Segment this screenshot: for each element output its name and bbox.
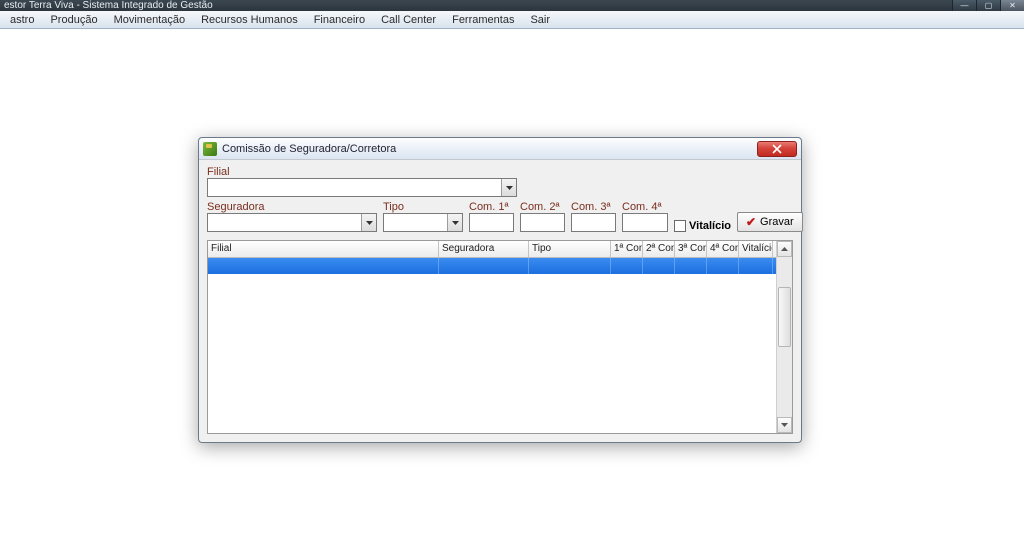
table-row[interactable] xyxy=(208,258,776,274)
minimize-button[interactable]: — xyxy=(952,0,976,11)
menu-producao[interactable]: Produção xyxy=(42,12,105,28)
dialog-title: Comissão de Seguradora/Corretora xyxy=(222,143,396,155)
menu-call-center[interactable]: Call Center xyxy=(373,12,444,28)
row-filial: Filial xyxy=(207,166,793,197)
cell-tipo xyxy=(529,258,611,274)
check-icon: ✔ xyxy=(746,216,756,228)
label-seguradora: Seguradora xyxy=(207,201,377,213)
grid-wrapper: Filial Seguradora Tipo 1ª Com 2ª Com 3ª … xyxy=(207,240,793,434)
gravar-button[interactable]: ✔ Gravar xyxy=(737,212,803,232)
dialog-comissao: Comissão de Seguradora/Corretora Filial … xyxy=(198,137,802,443)
menu-sair[interactable]: Sair xyxy=(522,12,558,28)
cell-com3 xyxy=(675,258,707,274)
gravar-label: Gravar xyxy=(760,216,794,228)
menu-recursos-humanos[interactable]: Recursos Humanos xyxy=(193,12,306,28)
col-seguradora[interactable]: Seguradora xyxy=(439,241,529,257)
grid-vscrollbar[interactable] xyxy=(776,241,792,433)
col-com1[interactable]: 1ª Com xyxy=(611,241,643,257)
menu-financeiro[interactable]: Financeiro xyxy=(306,12,373,28)
cell-seguradora xyxy=(439,258,529,274)
cell-com1 xyxy=(611,258,643,274)
cell-com2 xyxy=(643,258,675,274)
dialog-icon xyxy=(203,142,217,156)
tipo-dropdown-button[interactable] xyxy=(447,214,462,231)
tipo-combo[interactable] xyxy=(383,213,463,232)
checkbox-box xyxy=(674,220,686,232)
dialog-close-button[interactable] xyxy=(757,141,797,157)
scroll-track[interactable] xyxy=(777,257,792,417)
seguradora-combo[interactable] xyxy=(207,213,377,232)
chevron-up-icon xyxy=(781,247,788,251)
label-com4: Com. 4ª xyxy=(622,201,668,213)
com4-input[interactable] xyxy=(622,213,668,232)
seguradora-input[interactable] xyxy=(209,215,359,230)
label-tipo: Tipo xyxy=(383,201,463,213)
scroll-up-button[interactable] xyxy=(777,241,792,257)
grid-header: Filial Seguradora Tipo 1ª Com 2ª Com 3ª … xyxy=(208,241,776,258)
chevron-down-icon xyxy=(781,423,788,427)
vitalicio-checkbox[interactable]: Vitalício xyxy=(674,220,731,232)
dialog-body: Filial Seguradora Tipo xyxy=(199,160,801,442)
app-titlebar: estor Terra Viva - Sistema Integrado de … xyxy=(0,0,1024,11)
seguradora-dropdown-button[interactable] xyxy=(361,214,376,231)
close-icon xyxy=(772,144,782,154)
com2-input[interactable] xyxy=(520,213,565,232)
label-com3: Com. 3ª xyxy=(571,201,616,213)
scroll-down-button[interactable] xyxy=(777,417,792,433)
chevron-down-icon xyxy=(506,186,513,190)
cell-filial xyxy=(208,258,439,274)
tipo-input[interactable] xyxy=(385,215,445,230)
window-controls: — ▢ ✕ xyxy=(952,0,1024,11)
cell-vitalicio xyxy=(739,258,773,274)
grid[interactable]: Filial Seguradora Tipo 1ª Com 2ª Com 3ª … xyxy=(208,241,776,433)
com1-input[interactable] xyxy=(469,213,514,232)
app-title: estor Terra Viva - Sistema Integrado de … xyxy=(4,0,213,11)
menu-ferramentas[interactable]: Ferramentas xyxy=(444,12,522,28)
col-com4[interactable]: 4ª Com xyxy=(707,241,739,257)
col-filial[interactable]: Filial xyxy=(208,241,439,257)
col-tipo[interactable]: Tipo xyxy=(529,241,611,257)
menu-movimentacao[interactable]: Movimentação xyxy=(106,12,194,28)
filial-input[interactable] xyxy=(209,180,499,195)
col-vitalicio[interactable]: Vitalício xyxy=(739,241,773,257)
col-com3[interactable]: 3ª Com xyxy=(675,241,707,257)
maximize-button[interactable]: ▢ xyxy=(976,0,1000,11)
filial-dropdown-button[interactable] xyxy=(501,179,516,196)
label-filial: Filial xyxy=(207,166,793,178)
menu-cadastro[interactable]: astro xyxy=(2,12,42,28)
chevron-down-icon xyxy=(366,221,373,225)
close-button[interactable]: ✕ xyxy=(1000,0,1024,11)
dialog-titlebar[interactable]: Comissão de Seguradora/Corretora xyxy=(199,138,801,160)
label-com1: Com. 1ª xyxy=(469,201,514,213)
scroll-thumb[interactable] xyxy=(778,287,791,347)
col-com2[interactable]: 2ª Com xyxy=(643,241,675,257)
row-params: Seguradora Tipo Com. 1ª xyxy=(207,201,793,232)
label-vitalicio: Vitalício xyxy=(689,220,731,232)
filial-combo[interactable] xyxy=(207,178,517,197)
chevron-down-icon xyxy=(452,221,459,225)
main-menu: astro Produção Movimentação Recursos Hum… xyxy=(0,11,1024,29)
label-com2: Com. 2ª xyxy=(520,201,565,213)
cell-com4 xyxy=(707,258,739,274)
com3-input[interactable] xyxy=(571,213,616,232)
